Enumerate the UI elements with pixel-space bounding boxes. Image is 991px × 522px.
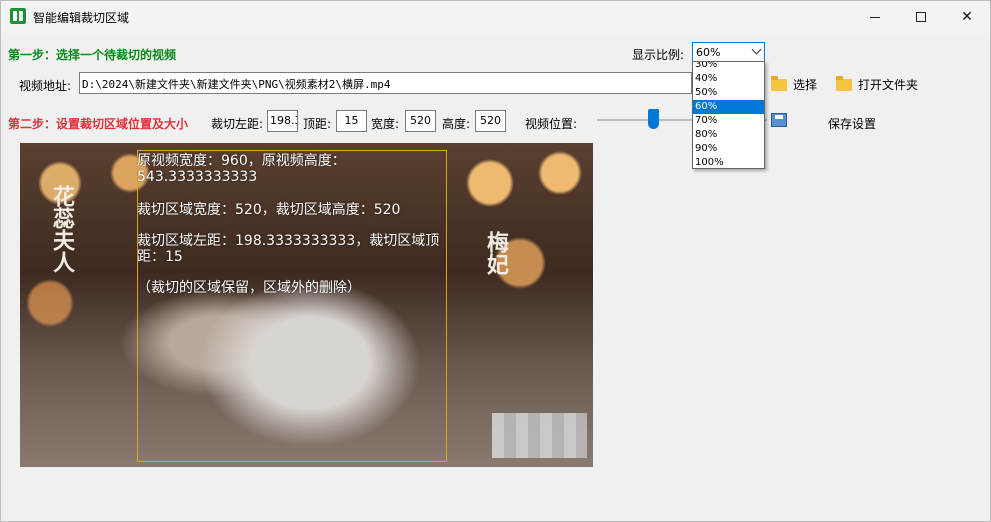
calligraphy-left: 花蕊夫人 [49, 185, 75, 273]
scale-label: 显示比例: [632, 48, 685, 62]
crop-height-label: 高度: [442, 117, 471, 131]
minimize-icon [870, 16, 880, 18]
video-path-input[interactable]: D:\2024\新建文件夹\新建文件夹\PNG\视频素材2\横屏.mp4 [79, 72, 692, 94]
save-icon[interactable] [771, 113, 787, 127]
calligraphy-right: 梅妃 [483, 231, 509, 275]
scale-option[interactable]: 70% [693, 114, 764, 128]
info-line-crop-offset: 裁切区域左距：198.3333333333，裁切区域顶距：15 [137, 233, 440, 265]
save-settings-button[interactable]: 保存设置 [828, 115, 876, 132]
open-folder-label: 打开文件夹 [858, 78, 919, 92]
maximize-icon [916, 12, 926, 22]
crop-top-input[interactable]: 15 [336, 110, 367, 132]
video-preview[interactable]: 花蕊夫人 梅妃 原视频宽度：960，原视频高度：543.3333333333 裁… [20, 143, 593, 467]
crop-height-input[interactable]: 520 [475, 110, 506, 132]
folder-icon [836, 75, 852, 91]
scale-options: 30% 40% 50% 60% 70% 80% 90% 100% [693, 62, 764, 168]
scale-option[interactable]: 100% [693, 156, 764, 168]
scale-selected-value: 60% [696, 46, 721, 59]
close-button[interactable]: ✕ [944, 1, 990, 33]
crop-left-input[interactable]: 198.3 [267, 110, 298, 132]
minimize-button[interactable] [852, 1, 898, 33]
window-title: 智能编辑裁切区域 [33, 11, 130, 25]
scale-dropdown-list[interactable]: 30% 40% 50% 60% 70% 80% 90% 100% [692, 61, 765, 169]
crop-left-label: 裁切左距: [211, 117, 264, 131]
crop-top-label: 顶距: [303, 117, 332, 131]
scale-option[interactable]: 80% [693, 128, 764, 142]
scale-option[interactable]: 40% [693, 72, 764, 86]
open-folder-button[interactable]: 打开文件夹 [836, 75, 919, 93]
watermark [492, 413, 587, 458]
folder-open-icon [771, 75, 787, 91]
crop-width-input[interactable]: 520 [405, 110, 436, 132]
scale-option[interactable]: 30% [693, 62, 764, 72]
step1-label: 第一步：选择一个待裁切的视频 [8, 48, 177, 62]
step2-label: 第二步：设置裁切区域位置及大小 [8, 117, 189, 131]
scale-option[interactable]: 60% [693, 100, 764, 114]
scale-select[interactable]: 60% [692, 42, 765, 63]
select-file-button[interactable]: 选择 [771, 75, 818, 93]
video-position-label: 视频位置: [525, 117, 578, 131]
maximize-button[interactable] [898, 1, 944, 33]
crop-width-label: 宽度: [371, 117, 400, 131]
info-line-note: （裁切的区域保留，区域外的删除） [137, 280, 361, 296]
scale-option[interactable]: 50% [693, 86, 764, 100]
select-file-label: 选择 [793, 78, 818, 92]
title-bar: 智能编辑裁切区域 ✕ [1, 1, 990, 33]
close-icon: ✕ [961, 9, 973, 25]
scale-option[interactable]: 90% [693, 142, 764, 156]
slider-thumb[interactable] [648, 109, 660, 129]
app-window: 智能编辑裁切区域 ✕ 第一步：选择一个待裁切的视频 显示比例: 60% 视频地址… [0, 0, 991, 522]
crop-region[interactable] [137, 150, 447, 462]
video-path-label: 视频地址: [19, 79, 72, 93]
info-line-original-size: 原视频宽度：960，原视频高度：543.3333333333 [137, 153, 346, 185]
chevron-down-icon [751, 44, 762, 55]
app-icon [10, 8, 26, 24]
info-line-crop-size: 裁切区域宽度：520，裁切区域高度：520 [137, 202, 401, 218]
